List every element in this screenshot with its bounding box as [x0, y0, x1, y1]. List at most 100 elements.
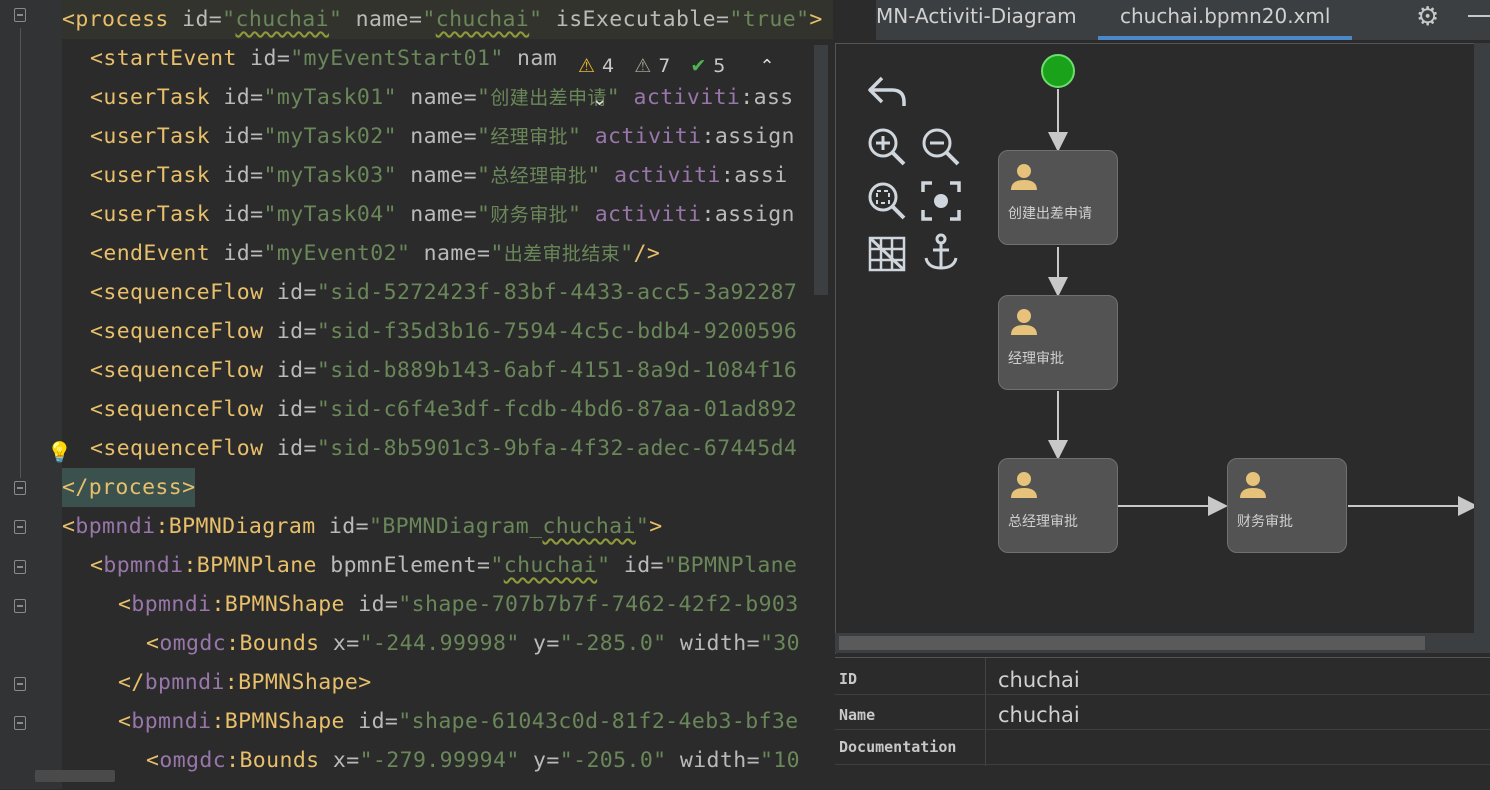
code-line[interactable]: <bpmndi:BPMNPlane bpmnElement="chuchai" … [90, 546, 797, 585]
code-line[interactable]: <endEvent id="myEvent02" name="出差审批结束"/> [90, 234, 660, 273]
zoom-out-icon[interactable] [920, 126, 962, 172]
bpmn-diagram-canvas[interactable]: 创建出差申请 经理审批 总经理审批 财务审批 [835, 43, 1490, 654]
code-editor[interactable]: <process id="chuchai" name="chuchai" isE… [0, 0, 833, 789]
tab-bar: MN-Activiti-Diagram chuchai.bpmn20.xml [876, 0, 1490, 40]
code-token: name= [410, 202, 478, 227]
code-token: id= [358, 592, 399, 617]
code-token: "myTask03" [263, 163, 411, 188]
code-token: id= [276, 319, 317, 344]
zoom-in-icon[interactable] [866, 126, 908, 172]
code-token: " [222, 7, 236, 32]
code-token: activiti [633, 85, 741, 110]
focus-center-icon[interactable] [920, 180, 962, 226]
zoom-fit-icon[interactable] [866, 180, 908, 226]
diagram-scroll-thumb[interactable] [839, 636, 1425, 650]
code-token: id= [223, 85, 264, 110]
fold-marker[interactable] [14, 481, 26, 495]
code-token: " [328, 7, 356, 32]
code-token: " [477, 85, 491, 110]
fold-marker[interactable] [14, 520, 26, 534]
fold-marker[interactable] [14, 8, 26, 22]
task-label: 总经理审批 [1008, 514, 1078, 530]
code-token: > [809, 7, 823, 32]
code-line[interactable]: </process> [62, 468, 196, 507]
code-token: id= [223, 241, 264, 266]
code-token: < [118, 709, 132, 734]
code-token: <userTask [90, 202, 224, 227]
fold-marker[interactable] [14, 599, 26, 613]
code-line[interactable]: <startEvent id="myEventStart01" nam [90, 39, 557, 78]
lightbulb-icon[interactable]: 💡 [47, 440, 72, 464]
task-create-trip-request[interactable]: 创建出差申请 [998, 150, 1118, 245]
fold-marker[interactable] [14, 677, 26, 691]
task-general-manager-approval[interactable]: 总经理审批 [998, 458, 1118, 553]
editor-vertical-scrollbar[interactable] [814, 45, 828, 295]
property-row-id: ID chuchai [835, 658, 1490, 695]
code-line[interactable]: </bpmndi:BPMNShape> [118, 663, 372, 702]
minimize-icon[interactable] [1468, 15, 1490, 17]
code-token: " [529, 7, 556, 32]
code-token: bpmndi [144, 670, 225, 695]
start-event[interactable] [1041, 54, 1075, 88]
code-token: < [146, 748, 160, 773]
code-token: " [477, 163, 491, 188]
code-token: " [490, 553, 504, 578]
code-line[interactable]: <sequenceFlow id="sid-f35d3b16-7594-4c5c… [90, 312, 797, 351]
code-line[interactable]: <userTask id="myTask04" name="财务审批" acti… [90, 195, 795, 234]
tab-xml[interactable]: chuchai.bpmn20.xml [1098, 0, 1353, 40]
code-token: "sid-b889b143-6abf-4151-8a9d-1084f16 [316, 358, 798, 383]
code-token: <startEvent [90, 46, 251, 71]
code-line[interactable]: <sequenceFlow id="sid-8b5901c3-9bfa-4f32… [90, 429, 797, 468]
code-line[interactable]: <bpmndi:BPMNShape id="shape-61043c0d-81f… [118, 702, 799, 741]
user-icon [1011, 309, 1037, 335]
undo-icon[interactable] [866, 72, 908, 116]
code-token: :BPMNShape> [224, 670, 372, 695]
task-finance-approval[interactable]: 财务审批 [1227, 458, 1347, 553]
code-token: "-285.0" [559, 631, 680, 656]
anchor-icon[interactable] [920, 232, 962, 278]
code-token: " [568, 124, 595, 149]
inspection-widget[interactable]: ⚠ 4 ⚠ 7 ✔ 5 ⌃ ⌄ [578, 50, 833, 110]
code-token: :BPMNShape [211, 709, 359, 734]
diagram-vertical-scrollbar[interactable] [1474, 43, 1490, 633]
code-token: <sequenceFlow [90, 358, 277, 383]
code-token: /> [633, 241, 661, 266]
chevron-up-icon[interactable]: ⌃ [759, 56, 774, 77]
grid-toggle-icon[interactable] [866, 234, 908, 278]
user-icon [1011, 164, 1037, 190]
chevron-down-icon[interactable]: ⌄ [592, 89, 607, 110]
code-line[interactable]: <omgdc:Bounds x="-279.99994" y="-205.0" … [146, 741, 800, 780]
code-line[interactable]: <omgdc:Bounds x="-244.99998" y="-285.0" … [146, 624, 800, 663]
code-token: chuchai [542, 514, 636, 539]
code-token: id= [328, 514, 369, 539]
code-line[interactable]: <bpmndi:BPMNDiagram id="BPMNDiagram_chuc… [62, 507, 663, 546]
editor-horizontal-scrollbar[interactable] [35, 770, 115, 782]
code-line[interactable]: <sequenceFlow id="sid-b889b143-6abf-4151… [90, 351, 797, 390]
code-token: chuchai [435, 7, 530, 32]
code-line[interactable]: <userTask id="myTask02" name="经理审批" acti… [90, 117, 795, 156]
property-name-field[interactable]: chuchai [998, 703, 1080, 727]
code-line[interactable]: <sequenceFlow id="sid-c6f4e3df-fcdb-4bd6… [90, 390, 797, 429]
code-line[interactable]: <sequenceFlow id="sid-5272423f-83bf-4433… [90, 273, 797, 312]
tab-diagram[interactable]: MN-Activiti-Diagram [876, 0, 1077, 40]
code-token: omgdc [159, 748, 227, 773]
code-token: " [477, 124, 491, 149]
code-token: omgdc [159, 631, 227, 656]
gear-icon[interactable]: ⚙ [1416, 2, 1439, 32]
code-token: </process> [62, 475, 196, 500]
fold-marker[interactable] [14, 716, 26, 730]
code-line[interactable]: <process id="chuchai" name="chuchai" isE… [62, 0, 833, 39]
code-token: y= [533, 631, 560, 656]
property-id-field[interactable]: chuchai [998, 668, 1080, 692]
code-token: " [635, 514, 650, 539]
code-token: " [422, 7, 436, 32]
task-manager-approval[interactable]: 经理审批 [998, 295, 1118, 390]
code-line[interactable]: <userTask id="myTask01" name="创建出差申请" ac… [90, 78, 794, 117]
warning-count: 4 [602, 55, 615, 77]
code-line[interactable]: <userTask id="myTask03" name="总经理审批" act… [90, 156, 788, 195]
code-token: name= [423, 241, 491, 266]
code-line[interactable]: <bpmndi:BPMNShape id="shape-707b7b7f-746… [118, 585, 799, 624]
code-token: name= [410, 85, 478, 110]
code-token: width= [679, 748, 760, 773]
fold-marker[interactable] [14, 560, 26, 574]
